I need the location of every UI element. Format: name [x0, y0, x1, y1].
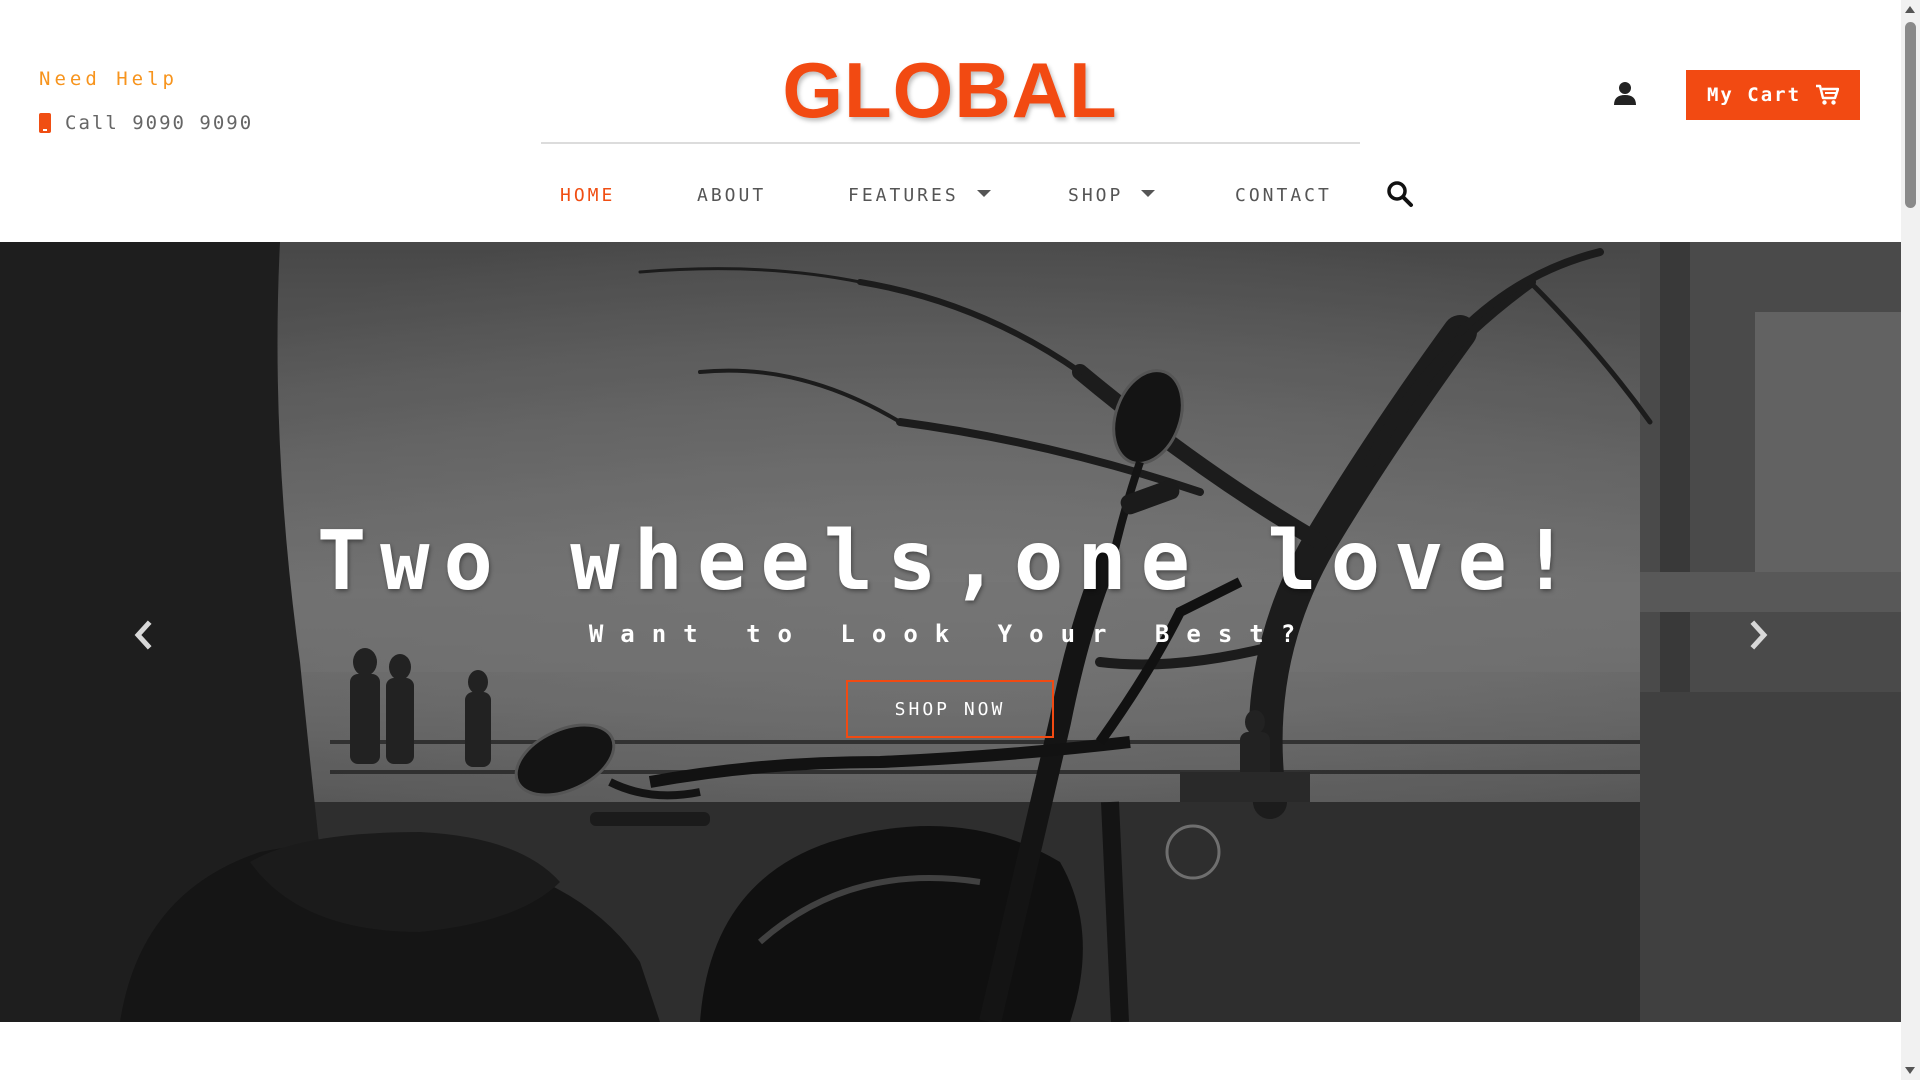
- hero-title: Two wheels,one love!: [316, 514, 1585, 609]
- nav-item-shop[interactable]: SHOP: [1068, 184, 1156, 206]
- nav-item-contact[interactable]: CONTACT: [1235, 185, 1332, 206]
- site-logo[interactable]: GLOBAL: [540, 45, 1360, 136]
- chevron-right-icon[interactable]: [1744, 618, 1774, 652]
- nav-home-label: HOME: [560, 184, 616, 206]
- my-cart-button[interactable]: My Cart: [1686, 70, 1860, 120]
- help-block: Need Help Call 9090 9090: [39, 68, 253, 134]
- page-scrollbar[interactable]: [1901, 0, 1920, 1080]
- hero-slider: Two wheels,one love! Want to Look Your B…: [0, 242, 1901, 1022]
- scroll-down-icon[interactable]: [1905, 1067, 1915, 1074]
- cart-icon: [1816, 84, 1840, 105]
- nav-shop-label: SHOP: [1068, 184, 1124, 206]
- nav-features-label: FEATURES: [848, 184, 959, 206]
- site-header: Need Help Call 9090 9090 GLOBAL HOME ABO…: [0, 0, 1901, 242]
- nav-item-home[interactable]: HOME: [560, 185, 615, 206]
- page: Need Help Call 9090 9090 GLOBAL HOME ABO…: [0, 0, 1920, 1080]
- scroll-up-icon[interactable]: [1905, 6, 1915, 13]
- nav-about-label: ABOUT: [697, 184, 767, 206]
- user-icon[interactable]: [1612, 80, 1638, 106]
- nav-contact-label: CONTACT: [1235, 184, 1332, 206]
- search-icon[interactable]: [1385, 179, 1415, 209]
- help-title: Need Help: [39, 68, 178, 90]
- chevron-left-icon[interactable]: [128, 618, 158, 652]
- caret-down-icon: [1141, 189, 1156, 197]
- cart-label: My Cart: [1706, 84, 1802, 106]
- phone-icon: [39, 113, 51, 133]
- hero-subtitle: Want to Look Your Best?: [588, 620, 1313, 648]
- help-call[interactable]: Call 9090 9090: [39, 112, 253, 134]
- scroll-thumb[interactable]: [1905, 22, 1916, 208]
- help-phone-text: Call 9090 9090: [65, 112, 254, 134]
- logo-divider: [541, 142, 1360, 144]
- shop-now-button[interactable]: SHOP NOW: [846, 680, 1054, 738]
- nav-item-features[interactable]: FEATURES: [848, 185, 991, 206]
- caret-down-icon: [976, 189, 991, 197]
- nav-item-about[interactable]: ABOUT: [697, 185, 766, 206]
